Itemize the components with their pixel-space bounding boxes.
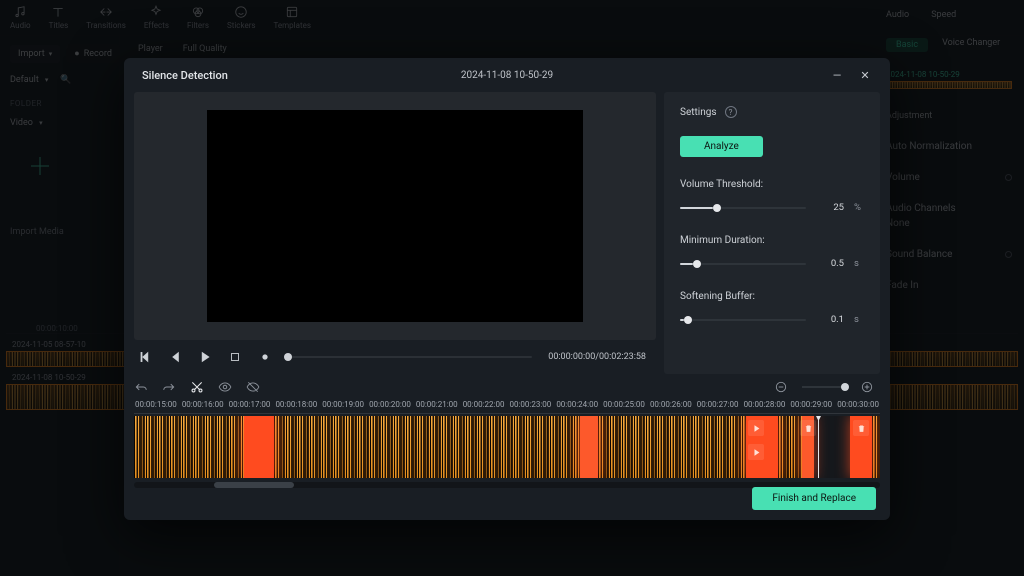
prev-frame-icon[interactable] — [138, 350, 152, 364]
cut-icon[interactable] — [190, 380, 204, 394]
softening-buffer-slider[interactable] — [680, 319, 806, 321]
modal-title: Silence Detection — [142, 69, 228, 82]
hide-icon[interactable] — [246, 380, 260, 394]
help-icon[interactable]: ? — [725, 106, 737, 118]
delete-segment-icon[interactable] — [853, 420, 869, 436]
settings-label: Settings — [680, 107, 717, 118]
volume-threshold-slider[interactable] — [680, 207, 806, 209]
timeline-ruler[interactable]: 00:00:15:0000:00:16:0000:00:17:0000:00:1… — [134, 400, 880, 414]
timecode: 00:00:00:00/00:02:23:58 — [548, 352, 652, 362]
delete-segment-icon[interactable] — [800, 420, 816, 436]
playhead[interactable] — [818, 416, 819, 478]
analyze-button[interactable]: Analyze — [680, 136, 763, 157]
silence-segment[interactable] — [802, 416, 814, 478]
volume-threshold-label: Volume Threshold: — [680, 179, 864, 190]
softening-buffer-label: Softening Buffer: — [680, 291, 864, 302]
modal-subtitle: 2024-11-08 10-50-29 — [461, 70, 553, 81]
finish-button[interactable]: Finish and Replace — [752, 487, 876, 510]
zoom-out-icon[interactable] — [774, 380, 788, 394]
preview-area — [134, 92, 656, 340]
undo-icon[interactable] — [134, 380, 148, 394]
zoom-in-icon[interactable] — [860, 380, 874, 394]
close-icon[interactable]: ✕ — [858, 68, 872, 82]
minimum-duration-label: Minimum Duration: — [680, 235, 864, 246]
minimize-icon[interactable]: — — [830, 68, 844, 82]
preview-video — [207, 110, 583, 322]
minimum-duration-slider[interactable] — [680, 263, 806, 265]
preview-toggle-icon[interactable] — [218, 380, 232, 394]
record-icon[interactable] — [258, 350, 272, 364]
waveform-track[interactable] — [134, 416, 880, 478]
play-segment-icon[interactable] — [748, 444, 764, 460]
play-icon[interactable] — [198, 350, 212, 364]
progress-bar[interactable] — [288, 356, 532, 358]
stop-icon[interactable] — [228, 350, 242, 364]
redo-icon[interactable] — [162, 380, 176, 394]
play-segment-icon[interactable] — [748, 420, 764, 436]
silence-segment[interactable] — [244, 416, 274, 478]
zoom-slider[interactable] — [802, 386, 846, 388]
settings-panel: Settings ? Analyze Volume Threshold: 25 … — [664, 92, 880, 374]
silence-detection-modal: Silence Detection 2024-11-08 10-50-29 — … — [124, 58, 890, 520]
player-controls: 00:00:00:00/00:02:23:58 — [134, 340, 656, 374]
silence-segment[interactable] — [746, 416, 778, 478]
step-back-icon[interactable] — [168, 350, 182, 364]
silence-segment[interactable] — [850, 416, 872, 478]
silence-segment[interactable] — [580, 416, 598, 478]
